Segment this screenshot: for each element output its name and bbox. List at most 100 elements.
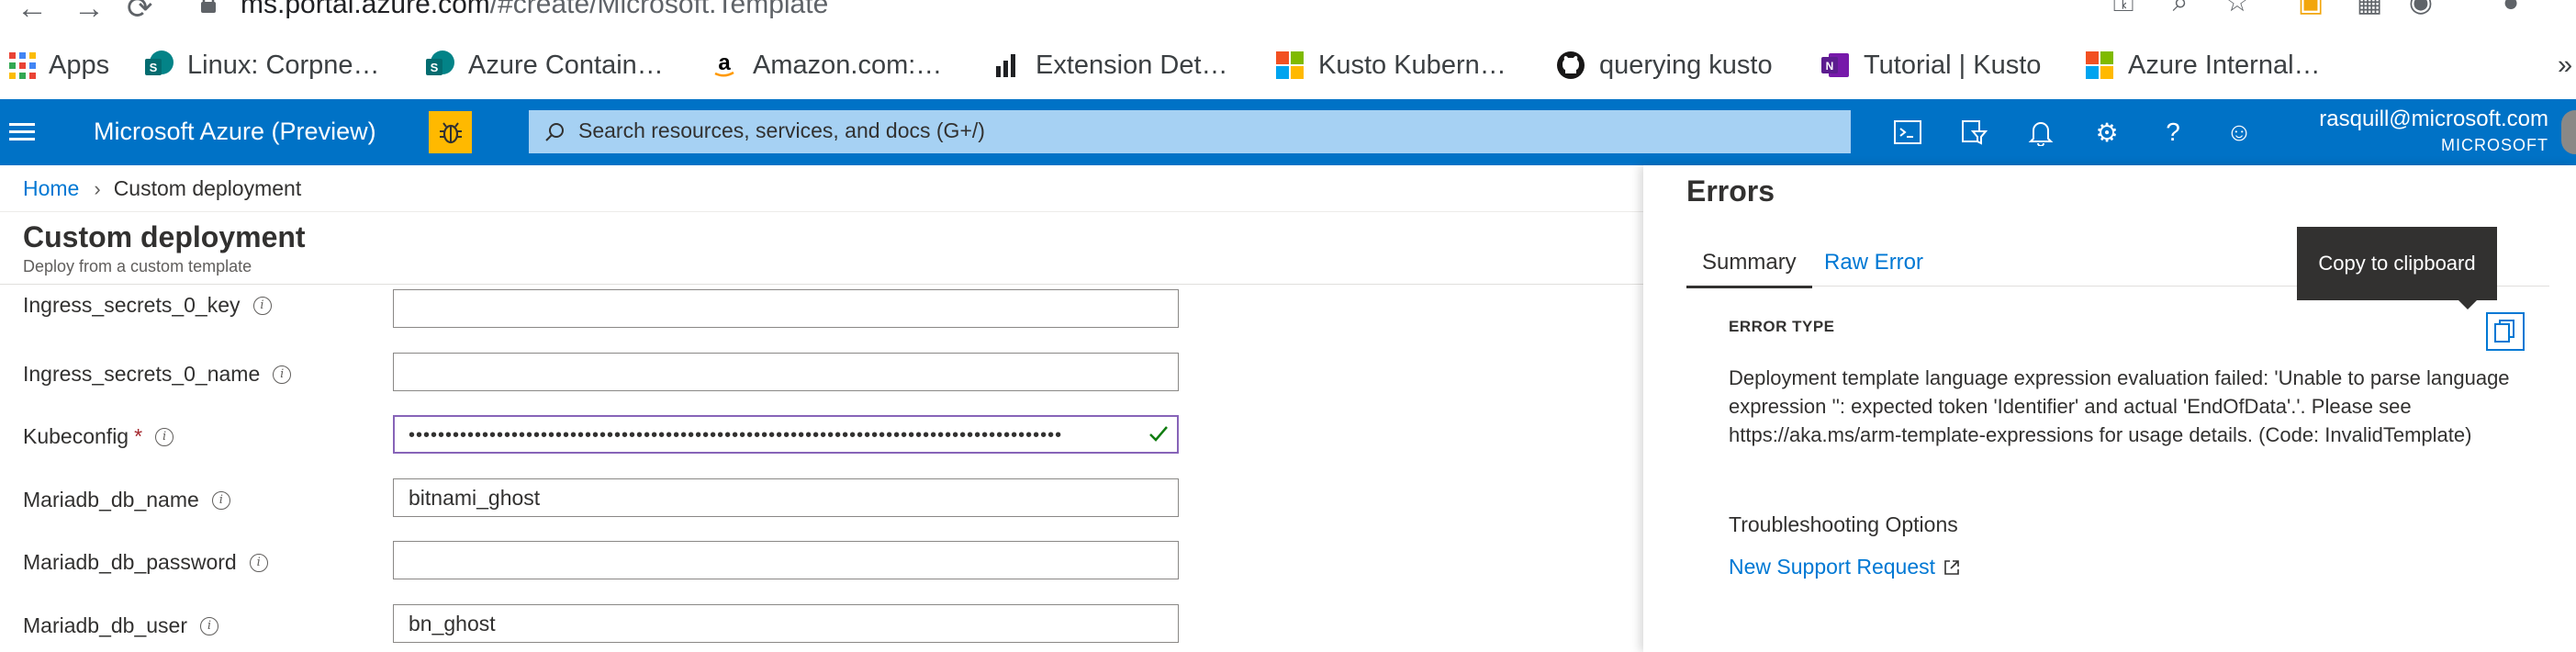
preview-feedback-button[interactable] bbox=[429, 111, 472, 153]
global-search-box[interactable]: Search resources, services, and docs (G+… bbox=[529, 110, 1851, 153]
hamburger-menu-icon[interactable] bbox=[9, 123, 35, 141]
key-icon[interactable]: ⚿ bbox=[2108, 0, 2139, 17]
back-arrow-icon[interactable]: ← bbox=[17, 0, 48, 24]
bar-chart-icon bbox=[996, 54, 1015, 77]
extension-icon[interactable]: ▣ bbox=[2295, 0, 2326, 17]
troubleshooting-heading: Troubleshooting Options bbox=[1729, 512, 1958, 536]
errors-panel-title: Errors bbox=[1686, 174, 1775, 208]
info-icon[interactable]: i bbox=[155, 427, 174, 446]
error-message: Deployment template language expression … bbox=[1729, 366, 2510, 446]
amazon-icon: a bbox=[714, 51, 734, 77]
field-label: Kubeconfig * i bbox=[23, 424, 174, 449]
search-icon bbox=[545, 123, 564, 141]
bookmark-label: Tutorial | Kusto bbox=[1864, 50, 2042, 80]
page-subtitle: Deploy from a custom template bbox=[23, 257, 252, 275]
info-icon[interactable]: i bbox=[211, 490, 230, 510]
avatar[interactable] bbox=[2561, 110, 2576, 154]
bookmark-extension-details[interactable]: Extension Det… bbox=[991, 44, 1228, 86]
bookmark-label: Azure Internal… bbox=[2128, 50, 2321, 80]
bookmark-apps[interactable]: Apps bbox=[9, 44, 109, 86]
apps-grid-icon bbox=[9, 51, 36, 79]
tab-raw-error[interactable]: Raw Error bbox=[1824, 250, 1923, 287]
lock-icon bbox=[201, 0, 216, 13]
ingress-secrets-0-key-input[interactable] bbox=[393, 289, 1179, 328]
address-bar[interactable]: ms.portal.azure.com/#create/Microsoft.Te… bbox=[241, 0, 828, 18]
portal-title[interactable]: Microsoft Azure (Preview) bbox=[94, 118, 376, 146]
field-label: Mariadb_db_name i bbox=[23, 488, 230, 512]
settings-gear-icon[interactable]: ⚙ bbox=[2089, 114, 2125, 151]
field-label-text: Mariadb_db_password bbox=[23, 550, 237, 574]
sharepoint-icon: S bbox=[145, 51, 174, 75]
cloud-shell-icon[interactable] bbox=[1889, 114, 1926, 151]
bookmark-label: Amazon.com:… bbox=[753, 50, 943, 80]
password-mask: ••••••••••••••••••••••••••••••••••••••••… bbox=[409, 425, 1063, 445]
breadcrumb-divider bbox=[0, 211, 1643, 212]
field-label-text: Kubeconfig bbox=[23, 424, 129, 448]
help-question-icon[interactable]: ? bbox=[2155, 114, 2191, 151]
page-title: Custom deployment bbox=[23, 220, 306, 253]
bookmark-kusto-kubernetes[interactable]: Kusto Kubern… bbox=[1274, 44, 1506, 86]
profile-icon[interactable]: ● bbox=[2495, 0, 2526, 17]
breadcrumb-current: Custom deployment bbox=[113, 176, 302, 200]
microsoft-logo-icon bbox=[1276, 51, 1304, 79]
copy-to-clipboard-button[interactable] bbox=[2486, 312, 2525, 351]
mariadb-db-name-input[interactable]: bitnami_ghost bbox=[393, 478, 1179, 517]
info-icon[interactable]: i bbox=[273, 365, 292, 384]
field-label-text: Mariadb_db_user bbox=[23, 613, 188, 637]
zoom-icon[interactable]: ⌕ bbox=[2165, 0, 2196, 17]
svg-text:N: N bbox=[1826, 60, 1834, 73]
info-icon[interactable]: i bbox=[249, 553, 268, 572]
chevron-right-icon: › bbox=[94, 176, 101, 200]
bookmarks-bar: Apps S Linux: Corpne… S Azure Contain… a… bbox=[0, 37, 2576, 94]
form-row-mariadb-db-name: Mariadb_db_name i bitnami_ghost bbox=[0, 478, 1193, 519]
more-bookmarks-label: » bbox=[2558, 50, 2573, 80]
microsoft-logo-icon bbox=[2086, 51, 2113, 79]
external-link-icon bbox=[1944, 559, 1959, 575]
more-bookmarks-button[interactable]: » bbox=[2558, 44, 2572, 86]
bookmark-amazon[interactable]: a Amazon.com:… bbox=[709, 44, 942, 86]
ingress-secrets-0-name-input[interactable] bbox=[393, 353, 1179, 391]
required-asterisk: * bbox=[134, 424, 143, 448]
browser-toolbar: ← → ⟳ ms.portal.azure.com/#create/Micros… bbox=[0, 0, 2576, 37]
header-divider bbox=[0, 284, 1643, 285]
account-menu[interactable]: rasquill@microsoft.com MICROSOFT bbox=[2319, 107, 2548, 155]
reload-icon[interactable]: ⟳ bbox=[127, 0, 153, 24]
svg-text:S: S bbox=[431, 61, 439, 74]
bookmark-label: Linux: Corpne… bbox=[187, 50, 380, 80]
bookmark-querying-kusto[interactable]: querying kusto bbox=[1555, 44, 1773, 86]
bookmark-tutorial-kusto[interactable]: N Tutorial | Kusto bbox=[1820, 44, 2041, 86]
kubeconfig-password-input[interactable]: ••••••••••••••••••••••••••••••••••••••••… bbox=[393, 415, 1179, 454]
azure-top-bar: Microsoft Azure (Preview) Search resourc… bbox=[0, 99, 2576, 165]
bookmark-azure-container[interactable]: S Azure Contain… bbox=[424, 44, 664, 86]
copy-icon bbox=[2494, 320, 2514, 343]
form-row-ingress-secrets-0-key: Ingress_secrets_0_key i bbox=[0, 289, 1193, 330]
feedback-smiley-icon[interactable]: ☺ bbox=[2221, 114, 2257, 151]
account-directory: MICROSOFT bbox=[2441, 136, 2548, 154]
bookmark-linux-corpnet[interactable]: S Linux: Corpne… bbox=[143, 44, 380, 86]
form-row-mariadb-db-password: Mariadb_db_password i bbox=[0, 541, 1193, 581]
bookmark-star-icon[interactable]: ☆ bbox=[2222, 0, 2253, 17]
url-host: ms.portal.azure.com bbox=[241, 0, 490, 19]
extension-eye-icon[interactable]: ◉ bbox=[2405, 0, 2436, 17]
mariadb-db-password-input[interactable] bbox=[393, 541, 1179, 579]
field-label: Ingress_secrets_0_name i bbox=[23, 362, 292, 387]
directory-filter-icon[interactable] bbox=[1955, 114, 1992, 151]
forward-arrow-icon[interactable]: → bbox=[73, 0, 105, 24]
bookmark-label: Kusto Kubern… bbox=[1318, 50, 1506, 80]
breadcrumb-home-link[interactable]: Home bbox=[23, 176, 79, 201]
bookmark-label: Azure Contain… bbox=[468, 50, 664, 80]
mariadb-db-user-input[interactable]: bn_ghost bbox=[393, 604, 1179, 643]
info-icon[interactable]: i bbox=[252, 296, 272, 315]
form-row-mariadb-db-user: Mariadb_db_user i bn_ghost bbox=[0, 604, 1193, 645]
extension-grid-icon[interactable]: ▦ bbox=[2354, 0, 2385, 17]
new-support-request-link[interactable]: New Support Request bbox=[1729, 555, 1961, 579]
field-label: Mariadb_db_password i bbox=[23, 550, 268, 575]
error-type-label: ERROR TYPE bbox=[1729, 318, 1835, 335]
info-icon[interactable]: i bbox=[200, 616, 219, 635]
field-label: Ingress_secrets_0_key i bbox=[23, 293, 272, 318]
tab-summary[interactable]: Summary bbox=[1686, 250, 1812, 288]
notifications-bell-icon[interactable] bbox=[2022, 114, 2059, 151]
bookmark-azure-internal[interactable]: Azure Internal… bbox=[2084, 44, 2321, 86]
support-link-label: New Support Request bbox=[1729, 555, 1936, 579]
field-label-text: Mariadb_db_name bbox=[23, 488, 199, 511]
